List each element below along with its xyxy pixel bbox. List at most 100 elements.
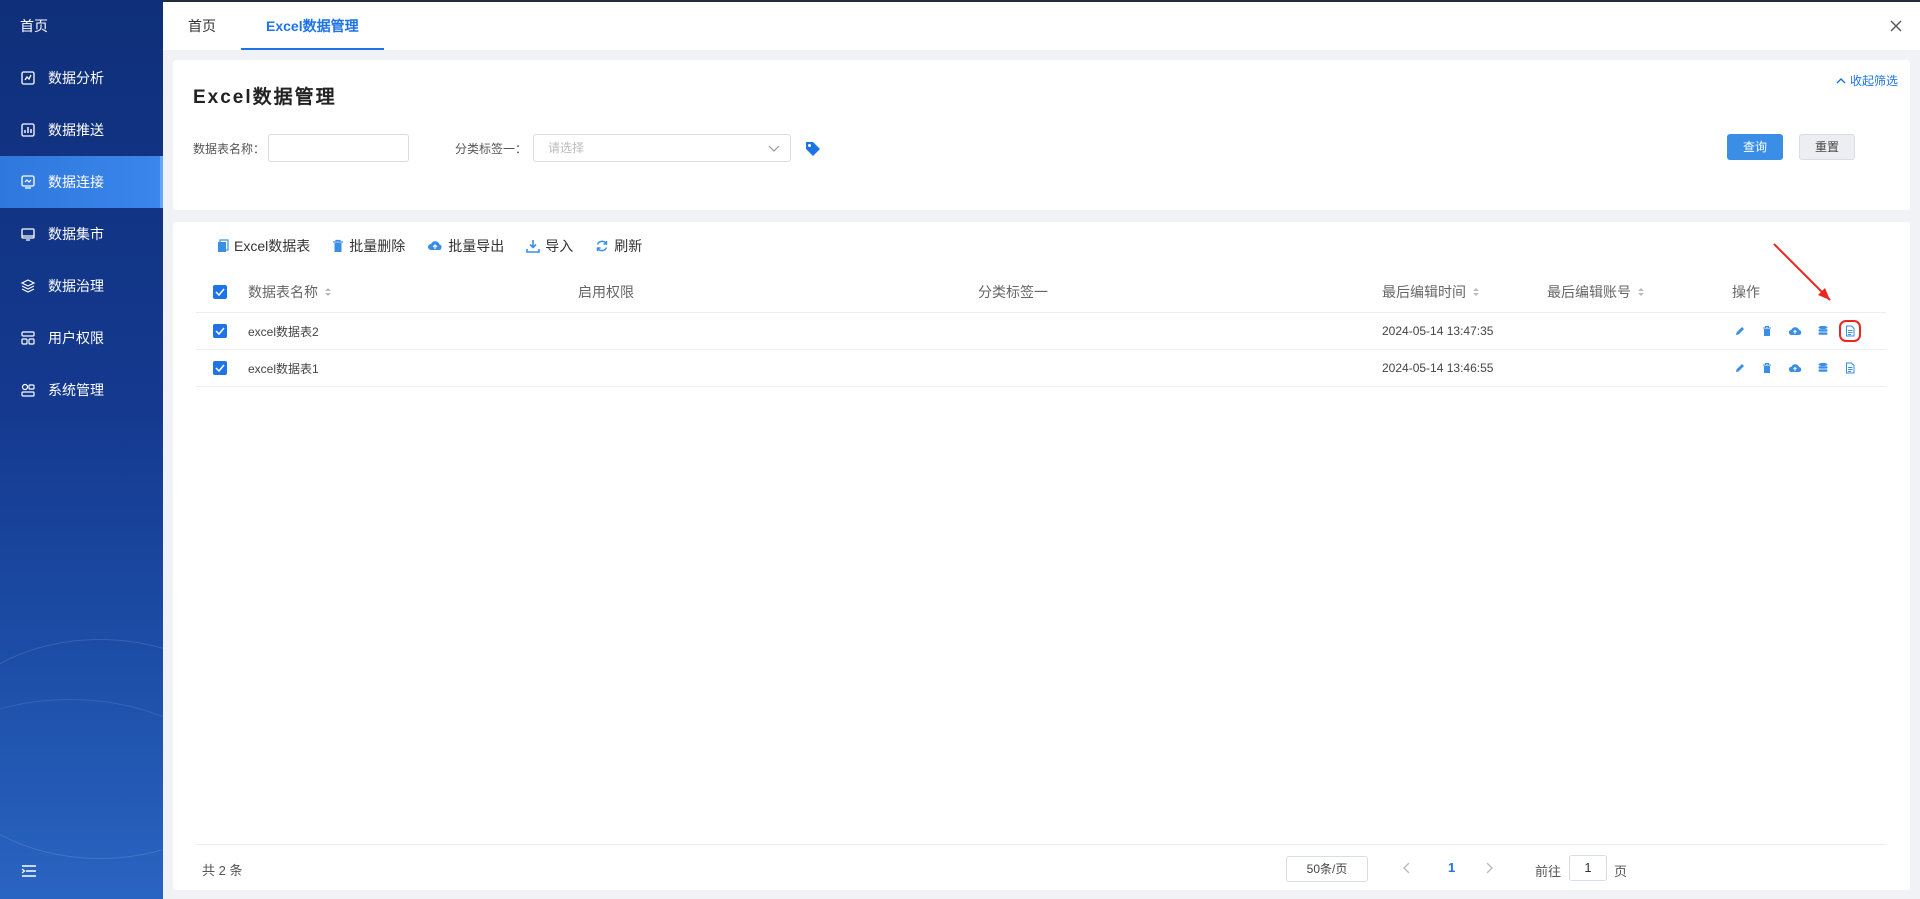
cell-table-name: excel数据表2 [248, 324, 319, 339]
table-panel: Excel数据表 批量删除 批量导出 导入 刷新 数据表名称 启用权限 分类标签… [173, 222, 1910, 890]
sidebar-item-label: 数据推送 [48, 122, 104, 138]
collapse-filter-link[interactable]: 收起筛选 [1836, 72, 1898, 89]
table-name-label: 数据表名称： [193, 142, 266, 156]
edit-icon[interactable] [1734, 362, 1746, 374]
delete-icon[interactable] [1761, 325, 1773, 337]
connection-icon [21, 175, 35, 189]
tag-icon[interactable] [804, 140, 822, 158]
cell-table-name: excel数据表1 [248, 361, 319, 376]
edit-icon[interactable] [1734, 325, 1746, 337]
table-header: 数据表名称 启用权限 分类标签一 最后编辑时间 最后编辑账号 操作 [196, 272, 1886, 313]
header-label: 数据表名称 [248, 284, 318, 300]
header-tag: 分类标签一 [978, 284, 1048, 300]
header-edit-time[interactable]: 最后编辑时间 [1382, 282, 1480, 302]
check-icon [215, 327, 225, 335]
monitor-icon [21, 228, 35, 241]
page-title: Excel数据管理 [193, 87, 337, 108]
refresh-button[interactable]: 刷新 [595, 236, 642, 256]
row-checkbox[interactable] [213, 361, 227, 375]
sidebar-item-label: 数据集市 [48, 226, 104, 242]
page-number-current[interactable]: 1 [1448, 860, 1455, 875]
excel-table-label: Excel数据表 [234, 238, 311, 254]
sidebar-item-user-permission[interactable]: 用户权限 [0, 312, 163, 364]
sidebar-item-data-connection[interactable]: 数据连接 [0, 156, 163, 208]
row-checkbox[interactable] [213, 324, 227, 338]
database-icon[interactable] [1817, 325, 1829, 337]
cell-edit-time: 2024-05-14 13:46:55 [1382, 361, 1494, 375]
goto-page-input[interactable]: 1 [1569, 855, 1607, 881]
sidebar-item-label: 数据治理 [48, 278, 104, 294]
sidebar-item-system-management[interactable]: 系统管理 [0, 364, 163, 416]
data-table: 数据表名称 启用权限 分类标签一 最后编辑时间 最后编辑账号 操作 excel数… [196, 272, 1886, 387]
header-ops: 操作 [1732, 284, 1760, 300]
tag-select-placeholder: 请选择 [548, 141, 585, 155]
sidebar-item-data-governance[interactable]: 数据治理 [0, 260, 163, 312]
table-row: excel数据表2 2024-05-14 13:47:35 [196, 313, 1886, 350]
cloud-upload-icon[interactable] [1788, 325, 1802, 337]
menu-collapse-icon[interactable] [20, 863, 38, 879]
chevron-left-icon[interactable] [1402, 862, 1412, 874]
chevron-down-icon [768, 145, 780, 152]
sidebar-item-label: 数据连接 [48, 174, 104, 190]
select-all-checkbox[interactable] [213, 285, 227, 299]
trash-icon [333, 239, 344, 252]
row-actions [1734, 320, 1861, 342]
refresh-label: 刷新 [614, 238, 643, 254]
close-icon[interactable] [1888, 18, 1904, 34]
delete-icon[interactable] [1761, 362, 1773, 374]
sort-icon [1473, 288, 1479, 296]
header-table-name[interactable]: 数据表名称 [248, 282, 332, 302]
batch-delete-button[interactable]: 批量删除 [332, 236, 405, 256]
refresh-icon [596, 240, 608, 252]
tag-select[interactable]: 请选择 [533, 134, 791, 162]
excel-table-button[interactable]: Excel数据表 [217, 236, 310, 256]
import-label: 导入 [545, 238, 574, 254]
pagination-bar: 共 2 条 50条/页 1 前往 1 页 [196, 844, 1886, 890]
batch-export-button[interactable]: 批量导出 [427, 236, 504, 256]
document-icon[interactable] [1839, 320, 1861, 342]
sidebar-item-data-market[interactable]: 数据集市 [0, 208, 163, 260]
table-row: excel数据表1 2024-05-14 13:46:55 [196, 350, 1886, 387]
sidebar-item-data-analysis[interactable]: 数据分析 [0, 52, 163, 104]
layers-icon [20, 279, 36, 293]
document-icon[interactable] [1844, 362, 1856, 374]
page-size-select[interactable]: 50条/页 [1286, 856, 1368, 882]
total-count: 共 2 条 [202, 863, 243, 878]
batch-delete-label: 批量删除 [349, 238, 406, 254]
system-icon [21, 383, 35, 397]
sidebar-home[interactable]: 首页 [0, 0, 163, 52]
chart-icon [21, 123, 35, 137]
sidebar-item-label: 数据分析 [48, 70, 104, 86]
query-button[interactable]: 查询 [1727, 134, 1783, 160]
cloud-upload-icon [428, 241, 442, 250]
download-icon [526, 240, 541, 253]
annotation-arrow [1773, 243, 1831, 301]
collapse-filter-label: 收起筛选 [1849, 74, 1898, 88]
tab-home[interactable]: 首页 [163, 2, 241, 50]
sidebar: 首页 数据分析 数据推送 数据连接 数据集市 数据治理 用户权限 系统管理 [0, 0, 163, 899]
import-button[interactable]: 导入 [526, 236, 573, 256]
sort-icon [325, 288, 331, 296]
table-name-input[interactable] [268, 134, 409, 162]
analysis-icon [21, 71, 35, 85]
header-edit-account[interactable]: 最后编辑账号 [1547, 282, 1645, 302]
row-actions [1734, 362, 1856, 374]
filter-panel: Excel数据管理 收起筛选 数据表名称： 分类标签一： 请选择 查询 重置 [173, 60, 1910, 210]
user-permission-icon [21, 331, 35, 345]
goto-label: 前往 [1535, 864, 1562, 879]
sidebar-item-data-push[interactable]: 数据推送 [0, 104, 163, 156]
chevron-right-icon[interactable] [1484, 862, 1494, 874]
database-icon[interactable] [1817, 362, 1829, 374]
sort-icon [1638, 288, 1644, 296]
tab-bar: 首页 Excel数据管理 [163, 0, 1920, 50]
cell-edit-time: 2024-05-14 13:47:35 [1382, 324, 1494, 338]
tag-label: 分类标签一： [455, 142, 528, 156]
batch-export-label: 批量导出 [448, 238, 505, 254]
tab-excel-data-management[interactable]: Excel数据管理 [241, 2, 384, 50]
chevron-up-icon [1836, 77, 1846, 83]
reset-button[interactable]: 重置 [1799, 134, 1855, 160]
check-icon [215, 288, 225, 296]
toolbar: Excel数据表 批量删除 批量导出 导入 刷新 [217, 236, 642, 256]
header-label: 最后编辑时间 [1382, 284, 1466, 300]
cloud-upload-icon[interactable] [1788, 362, 1802, 374]
